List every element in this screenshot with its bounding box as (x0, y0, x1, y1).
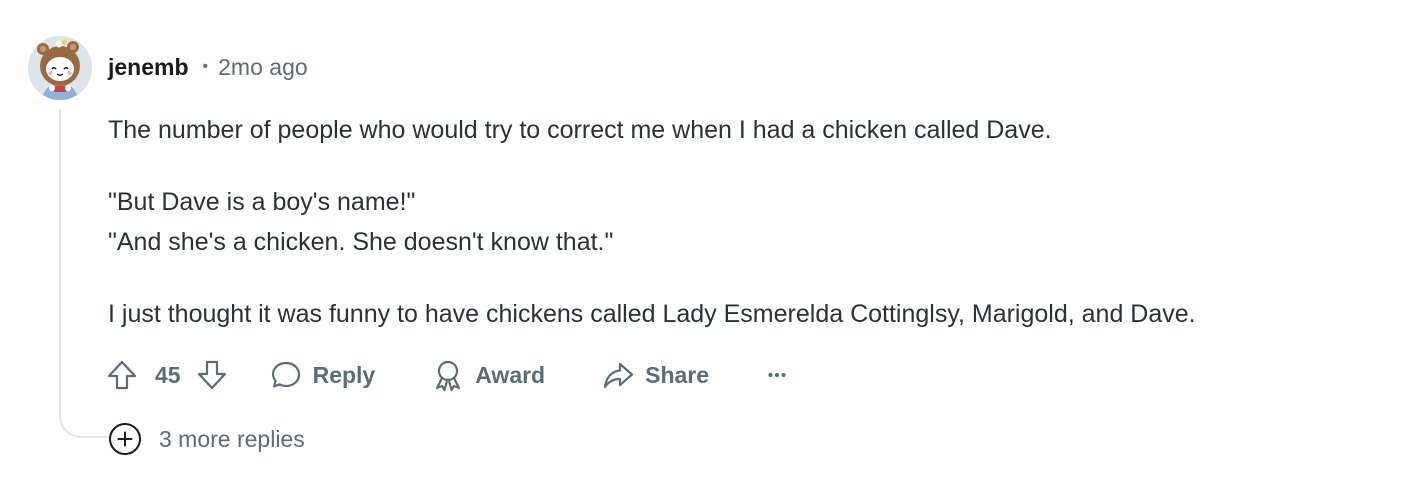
snoo-avatar-icon (28, 36, 92, 100)
award-label: Award (475, 361, 546, 388)
share-arrow-icon (604, 362, 634, 389)
arrow-up-icon (107, 360, 137, 390)
comment-paragraph: "And she's a chicken. She doesn't know t… (108, 228, 614, 256)
downvote-button[interactable] (195, 358, 229, 392)
share-label: Share (645, 361, 710, 388)
comment-paragraph: I just thought it was funny to have chic… (108, 300, 1196, 328)
comment-actions: 45 Reply Award Share (105, 354, 791, 396)
share-button[interactable]: Share (601, 358, 709, 392)
avatar[interactable] (28, 36, 92, 100)
award-ribbon-icon (436, 360, 461, 392)
upvote-button[interactable] (105, 358, 139, 392)
comment-paragraph: "But Dave is a boy's name!" (108, 188, 416, 216)
thread-line[interactable] (59, 110, 109, 438)
comment-paragraph: The number of people who would try to co… (108, 116, 1052, 144)
comment-meta: jenemb • 2mo ago (108, 52, 308, 82)
timestamp[interactable]: 2mo ago (218, 54, 308, 81)
arrow-down-icon (197, 360, 226, 390)
meta-separator: • (202, 58, 209, 75)
speech-bubble-icon (271, 361, 300, 388)
more-options-button[interactable] (763, 361, 791, 389)
ellipsis-icon (768, 372, 786, 378)
reply-button[interactable]: Reply (269, 358, 376, 392)
plus-icon (117, 431, 133, 447)
comment: jenemb • 2mo ago The number of people wh… (0, 0, 1424, 478)
vote-score: 45 (155, 361, 181, 388)
more-replies-label: 3 more replies (159, 425, 305, 452)
author-name[interactable]: jenemb (108, 54, 189, 81)
reply-label: Reply (312, 361, 376, 388)
more-replies-button[interactable]: 3 more replies (109, 422, 305, 456)
award-button[interactable]: Award (431, 358, 545, 392)
plus-circle-icon (109, 423, 141, 455)
